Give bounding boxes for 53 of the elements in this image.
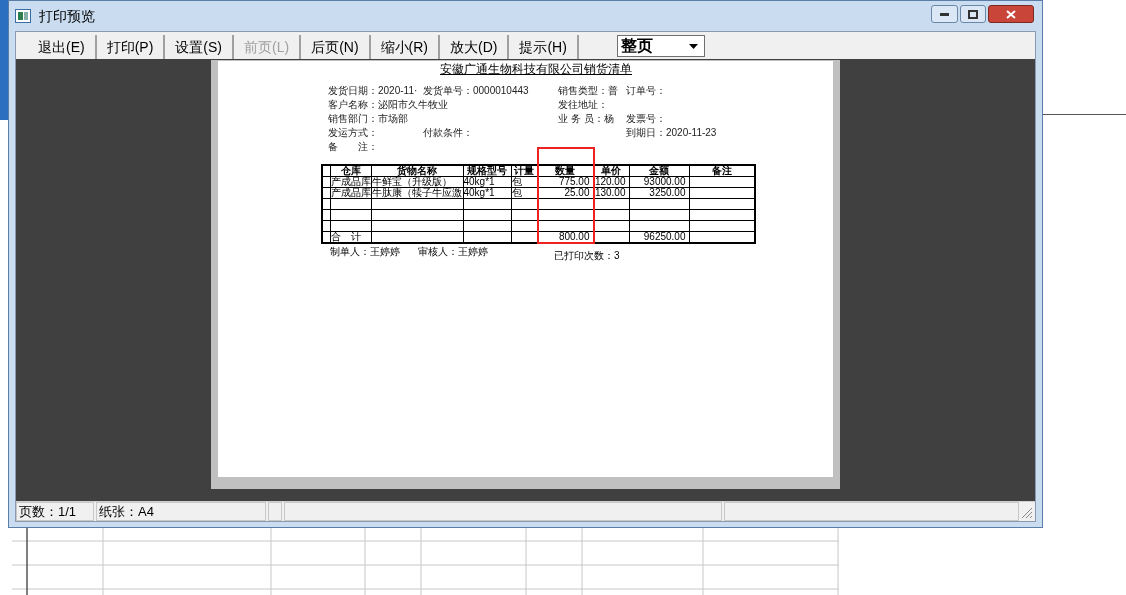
close-icon xyxy=(1006,9,1016,19)
table-cell: 93000.00 xyxy=(629,176,689,188)
table-cell: 3250.00 xyxy=(629,187,689,199)
header-field: 付款条件： xyxy=(423,127,626,139)
column-header: 备注 xyxy=(689,165,755,177)
close-button[interactable] xyxy=(988,5,1034,23)
column-header: 仓库 xyxy=(330,165,371,177)
header-field: 发货单号：0000010443 xyxy=(423,85,558,97)
table-cell: 牛鲜宝（升级版） xyxy=(371,176,463,188)
table-cell: 40kg*1 xyxy=(463,176,511,188)
header-field: 发票号： xyxy=(626,113,766,125)
column-header: 金额 xyxy=(629,165,689,177)
table-cell: 包 xyxy=(511,187,537,199)
maximize-icon xyxy=(968,9,978,19)
page-count-text: 页数：1/1 xyxy=(16,502,94,521)
column-header: 单价 xyxy=(593,165,629,177)
minimize-button[interactable] xyxy=(931,5,958,23)
header-field: 订单号： xyxy=(626,85,766,97)
header-field: 发运方式： xyxy=(328,127,423,139)
minimize-icon xyxy=(940,12,949,16)
document-title: 安徽广通生物科技有限公司销货清单 xyxy=(440,62,632,76)
header-field: 销售类型：普 xyxy=(558,85,626,97)
table-cell: 775.00 xyxy=(537,176,593,188)
table-cell: 25.00 xyxy=(537,187,593,199)
header-field: 发货日期：2020-11· xyxy=(328,85,423,97)
table-cell: 产成品库 xyxy=(330,176,371,188)
footer-text: 制单人：王婷婷 xyxy=(330,246,401,259)
table-cell: 产成品库 xyxy=(330,187,371,199)
maximize-button[interactable] xyxy=(960,5,986,23)
dropdown-arrow-icon xyxy=(688,43,698,49)
header-field: 客户名称：泌阳市久牛牧业 xyxy=(328,99,558,111)
column-header: 规格型号 xyxy=(463,165,511,177)
table-cell: 包 xyxy=(511,176,537,188)
table-cell: 合 计 xyxy=(330,231,371,243)
table-cell: 130.00 xyxy=(593,187,629,199)
column-header: 数量 xyxy=(537,165,593,177)
window-title: 打印预览 xyxy=(39,6,95,26)
resize-grip-icon xyxy=(1021,507,1033,519)
table-cell: 120.00 xyxy=(593,176,629,188)
paper-size-text: 纸张：A4 xyxy=(96,502,266,521)
column-header: 计量 xyxy=(511,165,537,177)
footer-text: 审核人：王婷婷 xyxy=(418,246,489,259)
header-field: 销售部门：市场部 xyxy=(328,113,558,125)
header-field: 发往地址： xyxy=(558,99,766,111)
header-field: 备 注： xyxy=(328,141,766,153)
zoom-dropdown[interactable]: 整页 xyxy=(616,35,705,57)
header-field: 业 务 员：杨 xyxy=(558,113,626,125)
header-field: 到期日：2020-11-23 xyxy=(626,127,766,139)
window-app-icon xyxy=(15,9,31,23)
table-cell: 40kg*1 xyxy=(463,187,511,199)
table-cell: 牛肽康（犊子牛应激 xyxy=(371,187,463,199)
footer-text: 已打印次数：3 xyxy=(554,250,620,262)
column-header: 货物名称 xyxy=(371,165,463,177)
